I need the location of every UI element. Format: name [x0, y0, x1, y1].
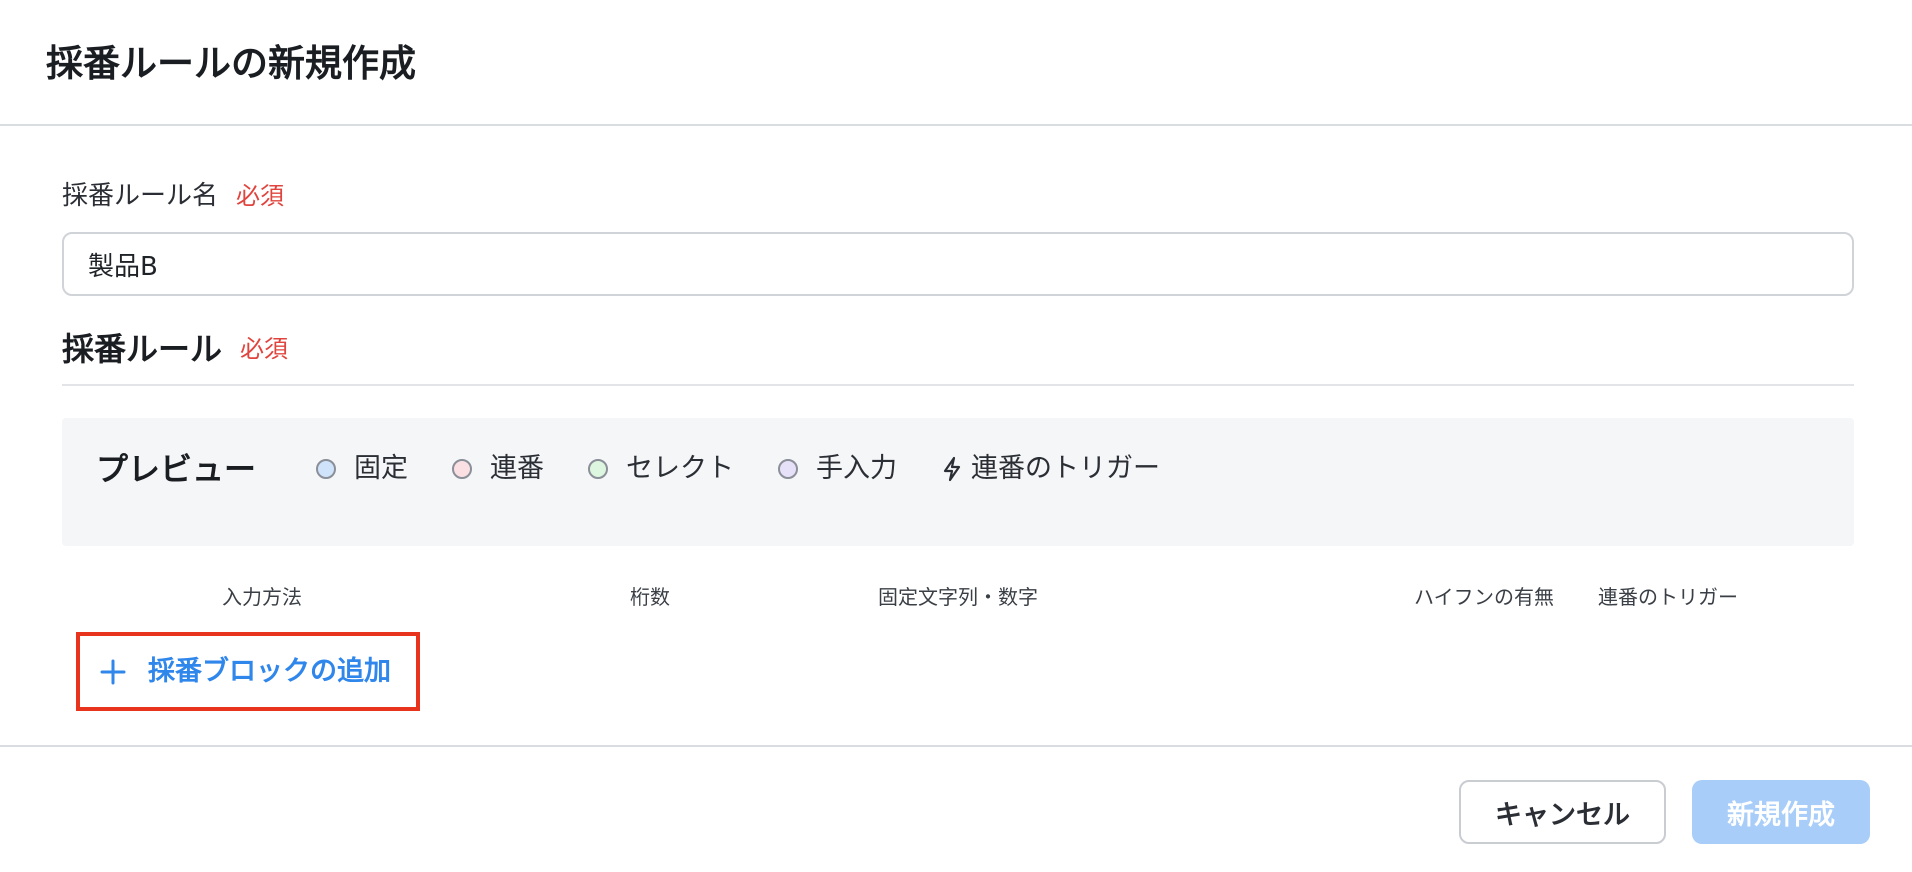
legend-item-sequence: 連番	[452, 446, 544, 492]
numbering-rule-section-header: 採番ルール 必須	[62, 326, 288, 372]
legend-label: 連番	[490, 453, 544, 484]
select-color-dot-icon	[588, 459, 608, 479]
lightning-bolt-icon	[943, 456, 961, 482]
legend-item-manual-input: 手入力	[778, 446, 897, 492]
plus-icon	[100, 659, 126, 684]
preview-title: プレビュー	[96, 450, 257, 488]
create-button[interactable]: 新規作成	[1692, 780, 1870, 844]
footer-divider	[0, 745, 1912, 747]
legend-item-sequence-trigger: 連番のトリガー	[941, 446, 1160, 492]
legend-item-fixed: 固定	[316, 446, 408, 492]
preview-panel: プレビュー 固定 連番 セレクト 手入力 連番のトリガー	[62, 418, 1854, 546]
dialog-title: 採番ルールの新規作成	[46, 42, 416, 85]
rule-name-input[interactable]	[62, 232, 1854, 296]
dialog-header: 採番ルールの新規作成	[0, 0, 1912, 126]
manual-input-color-dot-icon	[778, 459, 798, 479]
preview-legend: 固定 連番 セレクト 手入力 連番のトリガー	[316, 446, 1204, 492]
column-header-sequence-trigger: 連番のトリガー	[1598, 585, 1738, 609]
legend-item-select: セレクト	[588, 446, 734, 492]
numbering-rule-title: 採番ルール	[62, 330, 223, 368]
fixed-color-dot-icon	[316, 459, 336, 479]
column-header-digits: 桁数	[630, 585, 670, 609]
column-header-fixed-string: 固定文字列・数字	[878, 585, 1038, 609]
legend-label: 手入力	[816, 453, 897, 484]
legend-label: 固定	[354, 453, 408, 484]
legend-label: 連番のトリガー	[971, 453, 1160, 484]
column-header-input-method: 入力方法	[222, 585, 302, 609]
legend-label: セレクト	[626, 453, 734, 484]
add-numbering-block-button[interactable]: 採番ブロックの追加	[76, 632, 420, 711]
rule-name-label: 採番ルール名	[62, 181, 219, 211]
rule-name-required-badge: 必須	[236, 182, 285, 210]
section-divider	[62, 384, 1854, 386]
create-numbering-rule-dialog: 採番ルールの新規作成 採番ルール名 必須 採番ルール 必須 プレビュー 固定 連…	[0, 0, 1912, 872]
sequence-color-dot-icon	[452, 459, 472, 479]
cancel-button[interactable]: キャンセル	[1459, 780, 1666, 844]
numbering-rule-required-badge: 必須	[240, 335, 289, 363]
column-header-hyphen: ハイフンの有無	[1414, 585, 1554, 609]
add-block-label: 採番ブロックの追加	[148, 655, 391, 687]
rule-name-label-row: 採番ルール名 必須	[62, 176, 284, 216]
